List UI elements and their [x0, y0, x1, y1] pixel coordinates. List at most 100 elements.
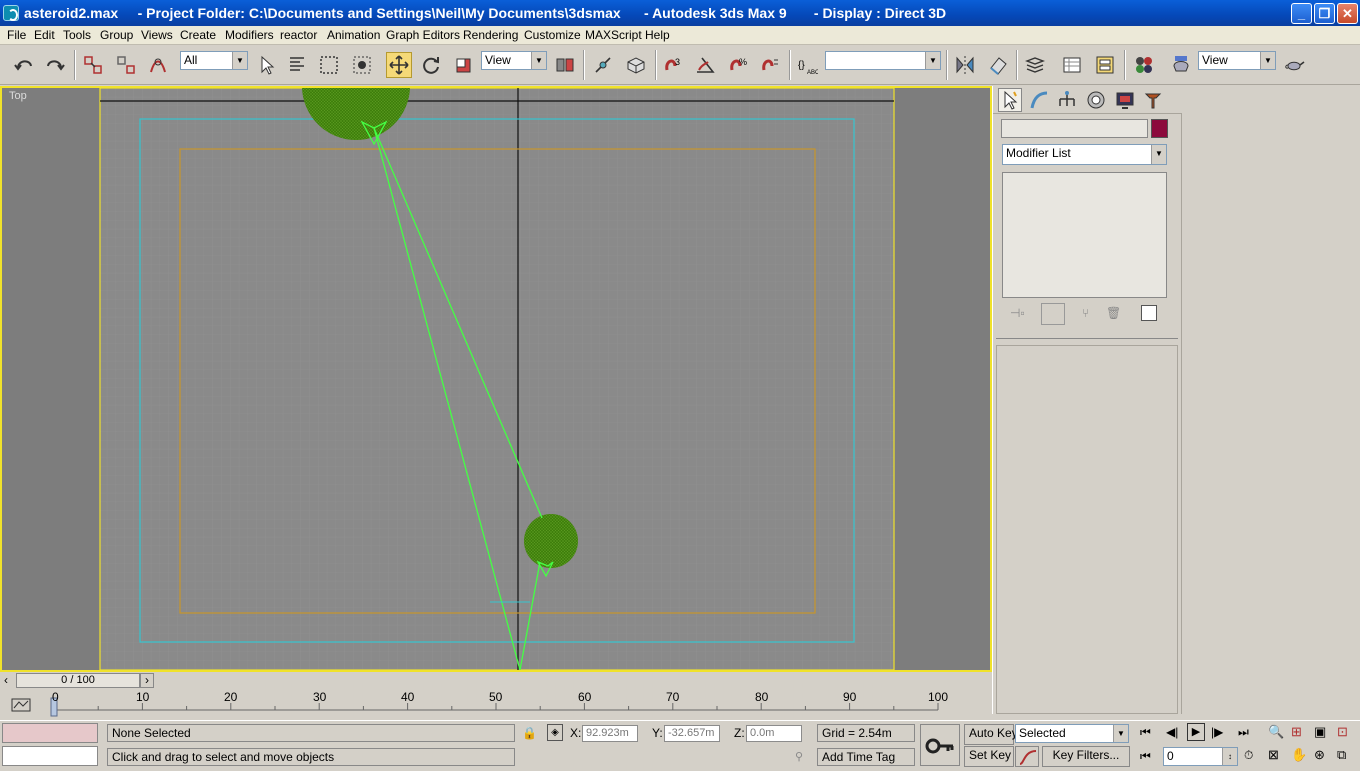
undo-icon[interactable]: [11, 52, 37, 78]
angle-snap-toggle-icon[interactable]: [692, 52, 718, 78]
close-button[interactable]: ✕: [1337, 3, 1358, 24]
app-icon[interactable]: [3, 5, 19, 21]
zoom-all-icon[interactable]: ⊞: [1291, 724, 1302, 740]
zoom-extents-all-icon[interactable]: ⊡: [1337, 724, 1348, 740]
zoom-extents-icon[interactable]: ▣: [1314, 724, 1326, 740]
go-to-end-icon[interactable]: ⏭: [1238, 725, 1249, 740]
make-unique-icon[interactable]: ⑂: [1082, 306, 1089, 320]
key-mode-dropdown[interactable]: Selected ▼: [1015, 724, 1129, 743]
menu-maxscript[interactable]: MAXScript: [585, 28, 642, 42]
create-tab-icon[interactable]: [998, 88, 1022, 112]
maximize-viewport-icon[interactable]: ⧉: [1337, 747, 1346, 763]
bind-to-space-warp-icon[interactable]: [145, 52, 171, 78]
layer-manager-icon[interactable]: [1022, 52, 1048, 78]
menu-file[interactable]: File: [7, 28, 26, 42]
zoom-icon[interactable]: 🔍: [1268, 724, 1284, 740]
restore-button[interactable]: ❐: [1314, 3, 1335, 24]
use-pivot-point-center-icon[interactable]: [552, 52, 578, 78]
previous-frame-icon[interactable]: ◀|: [1166, 725, 1178, 739]
set-key-button[interactable]: Set Key: [964, 746, 1014, 767]
snaps-toggle-icon[interactable]: 3: [660, 52, 686, 78]
material-editor-icon[interactable]: [1131, 52, 1157, 78]
select-and-move-icon[interactable]: [386, 52, 412, 78]
top-viewport[interactable]: Top: [0, 86, 992, 672]
select-and-scale-icon[interactable]: [450, 52, 476, 78]
motion-tab-icon[interactable]: [1084, 88, 1108, 112]
y-coord-field[interactable]: -32.657m: [664, 725, 720, 742]
menu-tools[interactable]: Tools: [63, 28, 91, 42]
select-and-manipulate-icon[interactable]: [590, 52, 616, 78]
modify-tab-icon[interactable]: [1027, 88, 1051, 112]
key-filters-button[interactable]: Key Filters...: [1042, 746, 1130, 767]
select-object-icon[interactable]: [253, 52, 279, 78]
select-and-rotate-icon[interactable]: [418, 52, 444, 78]
hierarchy-tab-icon[interactable]: [1055, 88, 1079, 112]
time-slider-thumb[interactable]: 0 / 100: [16, 673, 140, 688]
menu-animation[interactable]: Animation: [327, 28, 380, 42]
display-tab-icon[interactable]: [1113, 88, 1137, 112]
default-in-out-tangents-icon[interactable]: [1015, 746, 1039, 767]
z-coord-field[interactable]: 0.0m: [746, 725, 802, 742]
select-by-name-icon[interactable]: [284, 52, 310, 78]
keyboard-shortcut-override-icon[interactable]: [623, 52, 649, 78]
maxscript-listener-output[interactable]: [2, 746, 98, 766]
current-frame-field[interactable]: 0 ↕: [1163, 747, 1238, 766]
percent-snap-icon[interactable]: %: [725, 52, 751, 78]
utilities-tab-icon[interactable]: [1141, 88, 1165, 112]
spinner-snap-icon[interactable]: [757, 52, 783, 78]
window-crossing-icon[interactable]: [349, 52, 375, 78]
rectangular-selection-icon[interactable]: [316, 52, 342, 78]
menu-group[interactable]: Group: [100, 28, 133, 42]
auto-key-button[interactable]: Auto Key: [964, 724, 1018, 745]
unlink-selection-icon[interactable]: [113, 52, 139, 78]
menu-create[interactable]: Create: [180, 28, 216, 42]
pan-hand-icon[interactable]: ✋: [1291, 747, 1307, 763]
absolute-mode-icon[interactable]: ◈: [547, 724, 563, 741]
redo-icon[interactable]: [42, 52, 68, 78]
menu-modifiers[interactable]: Modifiers: [225, 28, 274, 42]
object-color-swatch[interactable]: [1151, 119, 1168, 138]
menu-rendering[interactable]: Rendering: [463, 28, 518, 42]
add-time-tag-button[interactable]: Add Time Tag: [817, 748, 915, 766]
time-slider-next-icon[interactable]: ›: [140, 673, 154, 688]
time-slider-prev-icon[interactable]: ‹: [4, 673, 8, 687]
modifier-stack-list[interactable]: [1002, 172, 1167, 298]
maxscript-listener-mini[interactable]: [2, 723, 98, 743]
go-to-start-icon[interactable]: ⏮: [1140, 725, 1151, 740]
reference-coordinate-dropdown[interactable]: View ▼: [481, 51, 547, 70]
modifier-list-dropdown[interactable]: Modifier List ▼: [1002, 144, 1167, 165]
minimize-button[interactable]: _: [1291, 3, 1312, 24]
time-configuration-icon[interactable]: ⏱: [1244, 748, 1253, 763]
align-icon[interactable]: [985, 52, 1011, 78]
edit-named-selection-icon[interactable]: {} ABC: [794, 52, 820, 78]
menu-edit[interactable]: Edit: [34, 28, 55, 42]
selection-filter-dropdown[interactable]: All ▼: [180, 51, 248, 70]
menu-help[interactable]: Help: [645, 28, 670, 42]
x-coord-field[interactable]: 92.923m: [582, 725, 638, 742]
pin-stack-icon[interactable]: ⊣▫: [1010, 306, 1025, 320]
selection-lock-icon[interactable]: 🔒: [522, 726, 537, 740]
schematic-view-icon[interactable]: [1092, 52, 1118, 78]
next-frame-icon[interactable]: |▶: [1211, 725, 1223, 739]
menu-reactor[interactable]: reactor: [280, 28, 317, 42]
render-type-dropdown[interactable]: View ▼: [1198, 51, 1276, 70]
remove-modifier-icon[interactable]: 🗑: [1106, 306, 1121, 320]
arc-rotate-icon[interactable]: ⊛: [1314, 747, 1325, 763]
select-and-link-icon[interactable]: [80, 52, 106, 78]
region-zoom-icon[interactable]: ⊠: [1268, 747, 1279, 763]
object-name-field[interactable]: [1001, 119, 1148, 138]
small-asteroid-sphere[interactable]: [524, 514, 578, 568]
time-slider[interactable]: ‹ 0 / 100 ›: [0, 672, 992, 690]
key-mode-toggle-icon[interactable]: ⏮: [1140, 749, 1151, 764]
menu-graph-editors[interactable]: Graph Editors: [386, 28, 460, 42]
viewport-label[interactable]: Top: [9, 90, 27, 102]
menu-customize[interactable]: Customize: [524, 28, 581, 42]
set-keys-key-icon[interactable]: [920, 724, 960, 766]
track-bar[interactable]: 0 10 20 30 40 50 60 70 80 90 100: [0, 690, 992, 720]
curve-editor-icon[interactable]: [1059, 52, 1085, 78]
menu-views[interactable]: Views: [141, 28, 173, 42]
named-selection-dropdown[interactable]: ▼: [825, 51, 941, 70]
mirror-icon[interactable]: [952, 52, 978, 78]
show-end-result-icon[interactable]: [1041, 303, 1065, 325]
render-scene-dialog-icon[interactable]: [1168, 52, 1194, 78]
